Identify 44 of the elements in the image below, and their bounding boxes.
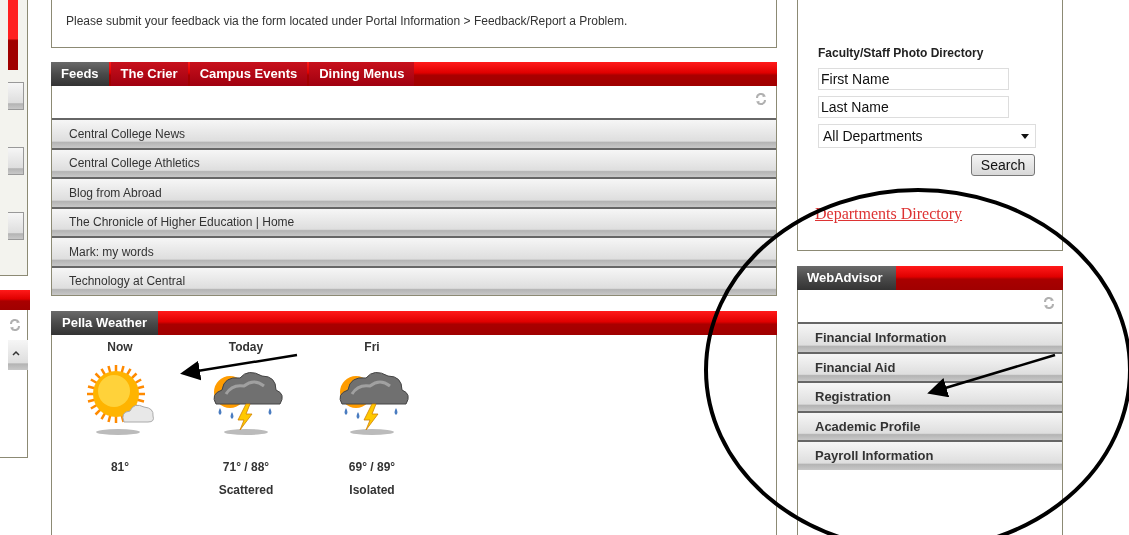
list-item[interactable]: Payroll Information [798,440,1062,470]
side-button[interactable] [8,147,24,175]
temperature: 71° / 88° [222,459,270,476]
day-label: Today [228,339,264,356]
temperature: 81° [110,459,130,476]
list-item[interactable]: Mark: my words [52,236,776,266]
sun-cloud-icon [84,364,156,436]
panel-title: Pella Weather [51,311,159,335]
list-item[interactable]: Central College Athletics [52,147,776,177]
day-label: Now [107,339,133,356]
list-item[interactable]: Blog from Abroad [52,177,776,207]
panel-title: WebAdvisor [797,266,896,290]
caret-icon [12,350,20,356]
list-item[interactable]: Central College News [52,118,776,148]
department-select[interactable]: All Departments [818,124,1036,148]
notice-text: Please submit your feedback via the form located under Portal Information > Feedback/Report a Problem. [66,13,629,30]
departments-directory-link[interactable]: Departments Directory [815,202,1062,226]
list-item[interactable]: Financial Information [798,322,1062,352]
side-button[interactable] [8,212,24,240]
last-name-field[interactable]: Last Name [818,96,1009,118]
side-header [0,290,30,310]
list-item[interactable]: Technology at Central [52,265,776,295]
search-button[interactable]: Search [971,154,1035,176]
list-item[interactable]: Financial Aid [798,351,1062,381]
list-item[interactable]: The Chronicle of Higher Education | Home [52,206,776,236]
feed-tab[interactable]: The Crier [110,62,188,86]
list-item[interactable]: Registration [798,381,1062,411]
refresh-icon[interactable] [8,318,22,332]
side-header [8,0,18,70]
directory-title: Faculty/Staff Photo Directory [818,45,985,62]
feed-tab[interactable]: Dining Menus [309,62,415,86]
dropdown-caret-icon [1021,133,1029,139]
first-name-field[interactable]: First Name [818,68,1009,90]
list-item[interactable]: Academic Profile [798,410,1062,440]
feed-tab[interactable]: Feeds [51,62,109,86]
day-label: Fri [364,339,380,356]
refresh-icon[interactable] [754,92,768,106]
forecast-summary: Scattered [218,482,274,499]
forecast-summary: Isolated [349,482,395,499]
temperature: 69° / 89° [348,459,396,476]
refresh-icon[interactable] [1042,296,1056,310]
feed-tab[interactable]: Campus Events [189,62,308,86]
side-button[interactable] [8,82,24,110]
collapse-button[interactable] [8,340,28,370]
